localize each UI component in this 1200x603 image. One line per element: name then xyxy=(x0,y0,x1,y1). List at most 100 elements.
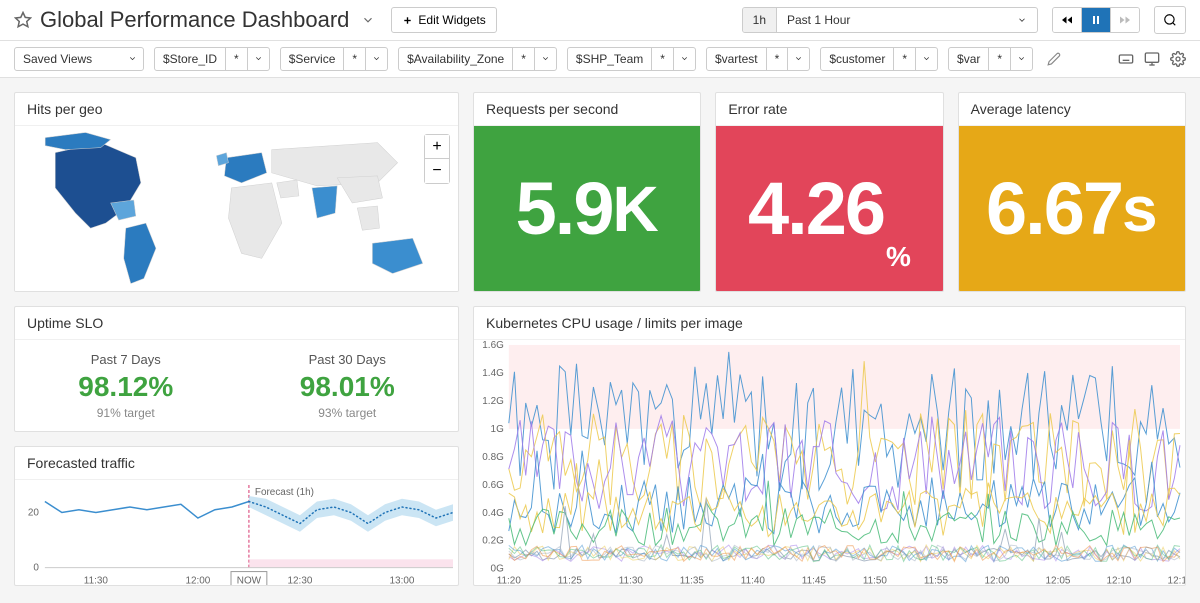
page-header: Global Performance Dashboard Edit Widget… xyxy=(0,0,1200,41)
search-icon xyxy=(1163,13,1177,27)
world-map-svg xyxy=(15,126,458,292)
filter-var-Service[interactable]: $Service* xyxy=(280,47,388,71)
chevron-down-icon xyxy=(916,48,937,70)
chevron-down-icon[interactable] xyxy=(361,13,375,27)
svg-text:11:45: 11:45 xyxy=(802,576,827,586)
filter-var-value: * xyxy=(989,48,1011,70)
svg-text:0.8G: 0.8G xyxy=(482,452,504,463)
page-title: Global Performance Dashboard xyxy=(40,7,349,33)
widget-uptime-slo[interactable]: Uptime SLO Past 7 Days 98.12% 91% target… xyxy=(14,306,459,432)
filter-var-Store_ID[interactable]: $Store_ID* xyxy=(154,47,270,71)
forward-button[interactable] xyxy=(1111,8,1139,32)
gear-icon[interactable] xyxy=(1170,51,1186,67)
widget-kubernetes-cpu[interactable]: Kubernetes CPU usage / limits per image … xyxy=(473,306,1186,586)
slo-period-label: Past 30 Days xyxy=(300,352,395,367)
playback-controls xyxy=(1052,7,1140,33)
filter-var-name: $vartest xyxy=(707,48,767,70)
rewind-button[interactable] xyxy=(1053,8,1082,32)
widget-average-latency[interactable]: Average latency 6.67s xyxy=(958,92,1186,292)
filter-var-Availability_Zone[interactable]: $Availability_Zone* xyxy=(398,47,557,71)
slo-past-30-days: Past 30 Days 98.01% 93% target xyxy=(300,352,395,420)
filter-var-name: $Service xyxy=(281,48,345,70)
svg-text:11:20: 11:20 xyxy=(497,576,522,586)
kpi-value: 5.9 xyxy=(516,166,613,251)
star-icon[interactable] xyxy=(14,11,32,29)
filter-var-SHP_Team[interactable]: $SHP_Team* xyxy=(567,47,696,71)
svg-text:0.4G: 0.4G xyxy=(482,508,504,519)
filter-var-value: * xyxy=(652,48,674,70)
chevron-down-icon xyxy=(535,48,556,70)
filter-var-name: $Availability_Zone xyxy=(399,48,513,70)
time-range-dropdown[interactable]: Past 1 Hour xyxy=(777,8,1037,32)
pause-button[interactable] xyxy=(1082,8,1111,32)
svg-text:0.6G: 0.6G xyxy=(482,480,504,491)
svg-text:NOW: NOW xyxy=(237,576,262,586)
widget-title: Average latency xyxy=(959,93,1185,126)
time-range-badge: 1h xyxy=(743,8,777,32)
display-icon[interactable] xyxy=(1144,51,1160,67)
filter-var-vartest[interactable]: $vartest* xyxy=(706,47,810,71)
slo-target: 91% target xyxy=(78,406,173,420)
filter-var-name: $var xyxy=(949,48,989,70)
filter-var-customer[interactable]: $customer* xyxy=(820,47,938,71)
slo-target: 93% target xyxy=(300,406,395,420)
svg-text:0.2G: 0.2G xyxy=(482,536,504,547)
filter-var-value: * xyxy=(226,48,248,70)
slo-past-7-days: Past 7 Days 98.12% 91% target xyxy=(78,352,173,420)
zoom-out-button[interactable]: − xyxy=(425,159,449,183)
geo-map[interactable]: + − xyxy=(15,126,458,292)
chevron-down-icon xyxy=(674,48,695,70)
svg-text:12:30: 12:30 xyxy=(288,576,313,586)
chevron-down-icon xyxy=(128,54,137,63)
slo-value: 98.01% xyxy=(300,371,395,403)
keyboard-icon[interactable] xyxy=(1118,51,1134,67)
svg-text:1.6G: 1.6G xyxy=(482,340,504,351)
kpi-suffix: s xyxy=(1122,172,1158,246)
widget-title: Kubernetes CPU usage / limits per image xyxy=(474,307,1185,340)
svg-text:12:10: 12:10 xyxy=(1107,576,1132,586)
widget-forecasted-traffic[interactable]: Forecasted traffic 02011:3012:0012:3013:… xyxy=(14,446,459,586)
svg-text:12:00: 12:00 xyxy=(985,576,1010,586)
svg-text:12:15: 12:15 xyxy=(1168,576,1185,586)
svg-text:11:30: 11:30 xyxy=(619,576,644,586)
svg-text:12:00: 12:00 xyxy=(185,576,210,586)
widget-title: Uptime SLO xyxy=(15,307,458,340)
forecast-chart: 02011:3012:0012:3013:00NOWForecast (1h) xyxy=(15,480,458,586)
svg-text:11:55: 11:55 xyxy=(924,576,949,586)
widget-hits-per-geo[interactable]: Hits per geo xyxy=(14,92,459,292)
search-button[interactable] xyxy=(1154,6,1186,34)
chevron-down-icon xyxy=(788,48,809,70)
dashboard-grid: Hits per geo xyxy=(0,78,1200,600)
edit-widgets-label: Edit Widgets xyxy=(418,13,485,27)
widget-title: Requests per second xyxy=(474,93,700,126)
saved-views-label: Saved Views xyxy=(15,48,122,70)
chevron-down-icon xyxy=(1017,15,1027,25)
widget-error-rate[interactable]: Error rate 4.26% xyxy=(715,92,943,292)
filter-var-name: $Store_ID xyxy=(155,48,226,70)
widget-title: Error rate xyxy=(716,93,942,126)
slo-period-label: Past 7 Days xyxy=(78,352,173,367)
slo-value: 98.12% xyxy=(78,371,173,403)
filter-var-var[interactable]: $var* xyxy=(948,47,1033,71)
svg-text:13:00: 13:00 xyxy=(390,576,415,586)
chevron-down-icon xyxy=(248,48,269,70)
zoom-in-button[interactable]: + xyxy=(425,135,449,159)
time-range-label: Past 1 Hour xyxy=(787,13,850,27)
filter-var-name: $SHP_Team xyxy=(568,48,652,70)
saved-views-dropdown[interactable]: Saved Views xyxy=(14,47,144,71)
edit-filters-icon[interactable] xyxy=(1047,52,1061,66)
plus-icon xyxy=(402,15,413,26)
time-range-selector[interactable]: 1h Past 1 Hour xyxy=(742,7,1038,33)
kpi-suffix: K xyxy=(612,172,658,246)
chevron-down-icon xyxy=(1011,48,1032,70)
kpi-suffix: % xyxy=(886,241,911,273)
widget-requests-per-second[interactable]: Requests per second 5.9K xyxy=(473,92,701,292)
svg-text:11:25: 11:25 xyxy=(558,576,583,586)
svg-text:11:30: 11:30 xyxy=(84,576,109,586)
widget-title: Forecasted traffic xyxy=(15,447,458,480)
edit-widgets-button[interactable]: Edit Widgets xyxy=(391,7,496,33)
svg-text:11:35: 11:35 xyxy=(680,576,705,586)
filter-var-value: * xyxy=(767,48,789,70)
filter-bar: Saved Views $Store_ID*$Service*$Availabi… xyxy=(0,41,1200,78)
filter-var-value: * xyxy=(513,48,535,70)
